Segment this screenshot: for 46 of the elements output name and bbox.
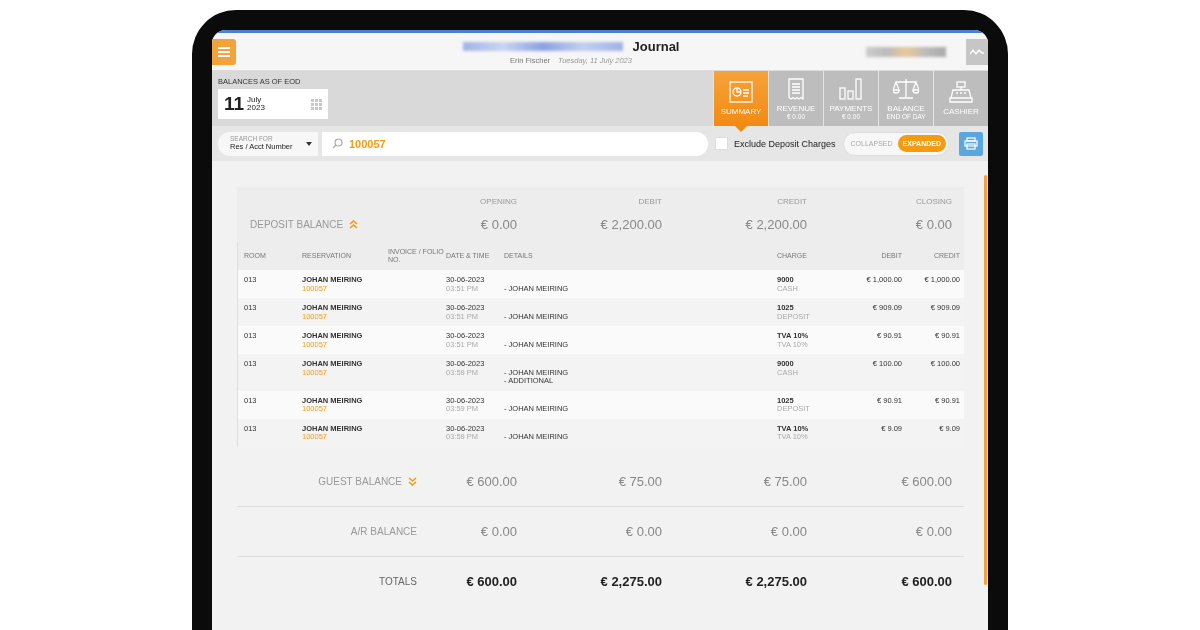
amount: € 2,275.00	[744, 573, 807, 589]
menu-icon	[218, 46, 230, 57]
amount: € 2,200.00	[744, 216, 807, 232]
printer-icon	[964, 137, 978, 150]
collapse-chevron-icon[interactable]	[349, 219, 359, 229]
activity-button[interactable]	[966, 38, 988, 65]
amount: € 0.00	[479, 523, 517, 539]
search-icon	[332, 138, 343, 149]
amount: € 0.00	[624, 523, 662, 539]
section-label: TOTALS	[379, 575, 417, 587]
section-label: DEPOSIT BALANCE	[250, 218, 344, 230]
print-button[interactable]	[959, 131, 983, 156]
scrollbar[interactable]	[984, 175, 987, 585]
amount: € 75.00	[762, 473, 807, 489]
caret-icon	[306, 141, 312, 146]
menu-button[interactable]	[212, 38, 236, 65]
column-header: CREDIT	[776, 197, 807, 206]
amount: € 0.00	[914, 216, 952, 232]
chart-card-icon	[729, 81, 753, 103]
receipt-icon	[788, 77, 804, 100]
window-title: Journal	[632, 38, 680, 54]
column-header: OPENING	[479, 197, 517, 206]
column-header: CLOSING	[915, 197, 952, 206]
section-label: A/R BALANCE	[350, 525, 417, 537]
amount: € 0.00	[479, 216, 517, 232]
amount: € 2,275.00	[599, 573, 662, 589]
expand-chevron-icon[interactable]	[408, 476, 417, 486]
scales-icon	[893, 77, 919, 100]
checkbox[interactable]	[715, 137, 728, 150]
amount: € 0.00	[769, 523, 807, 539]
amount: € 600.00	[465, 573, 517, 589]
amount: € 600.00	[465, 473, 517, 489]
column-header: DEBIT	[637, 197, 662, 206]
nav-tab[interactable]: CASHIER	[933, 71, 988, 126]
search-field[interactable]: 100057	[322, 131, 708, 156]
bar-chart-icon	[839, 77, 863, 100]
section-label: GUEST BALANCE	[318, 475, 402, 487]
calendar-grid-icon	[311, 98, 322, 110]
cash-register-icon	[949, 81, 973, 103]
amount: € 600.00	[900, 473, 952, 489]
amount: € 75.00	[617, 473, 662, 489]
amount: € 0.00	[914, 523, 952, 539]
zigzag-icon	[970, 47, 984, 56]
amount: € 2,200.00	[599, 216, 662, 232]
amount: € 600.00	[900, 573, 952, 589]
checkbox-label: Exclude Deposit Charges	[734, 138, 836, 149]
